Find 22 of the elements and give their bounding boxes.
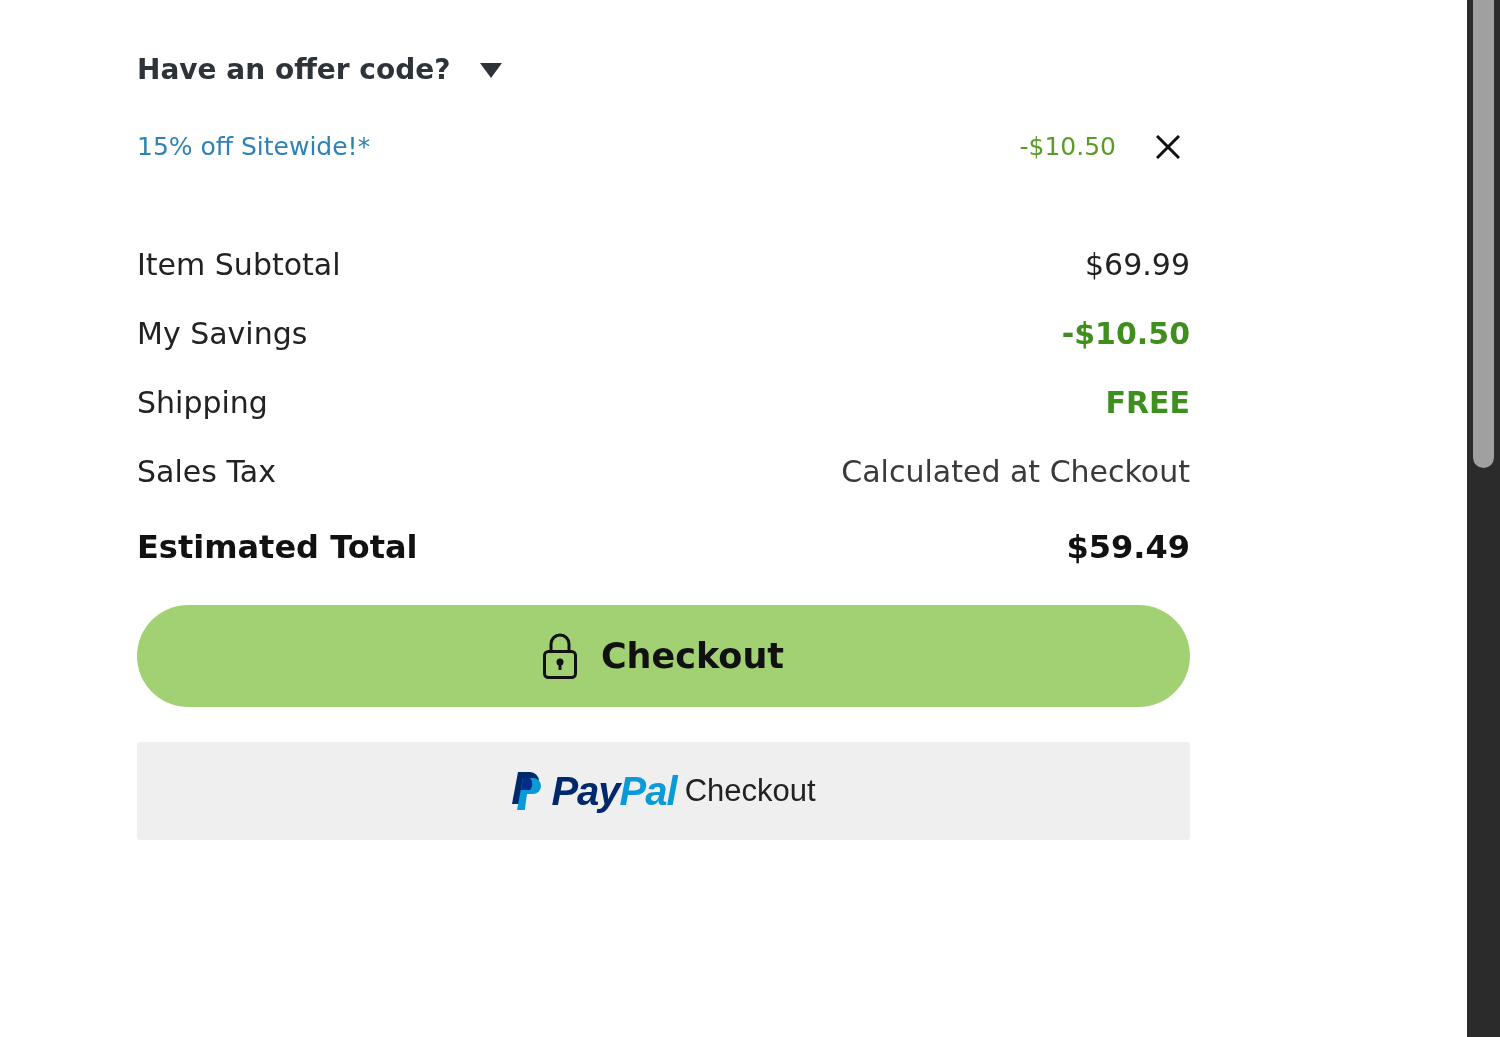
- paypal-checkout-button[interactable]: PayPal Checkout: [137, 742, 1190, 840]
- offer-link[interactable]: 15% off Sitewide!*: [137, 127, 371, 167]
- summary-value: -$10.50: [1061, 314, 1190, 353]
- total-value: $59.49: [1066, 527, 1190, 568]
- summary-label: Shipping: [137, 383, 268, 422]
- caret-icon: [480, 62, 503, 78]
- discount-amount: -$10.50: [1019, 131, 1116, 163]
- close-icon: [1156, 135, 1180, 159]
- summary-label: My Savings: [137, 314, 308, 353]
- checkout-button[interactable]: Checkout: [137, 605, 1190, 707]
- paypal-wordmark: PayPal: [551, 769, 677, 813]
- summary-value: Calculated at Checkout: [841, 452, 1190, 491]
- summary-value: $69.99: [1085, 245, 1190, 284]
- summary-label: Sales Tax: [137, 452, 276, 491]
- remove-offer-button[interactable]: [1156, 135, 1180, 159]
- offer-code-toggle[interactable]: Have an offer code?: [137, 50, 503, 90]
- lock-icon: [542, 633, 577, 679]
- summary-value: FREE: [1105, 383, 1190, 422]
- scrollbar-thumb[interactable]: [1473, 0, 1494, 468]
- summary-label: Item Subtotal: [137, 245, 341, 284]
- p-logo-icon: [511, 772, 544, 810]
- total-label: Estimated Total: [137, 527, 418, 568]
